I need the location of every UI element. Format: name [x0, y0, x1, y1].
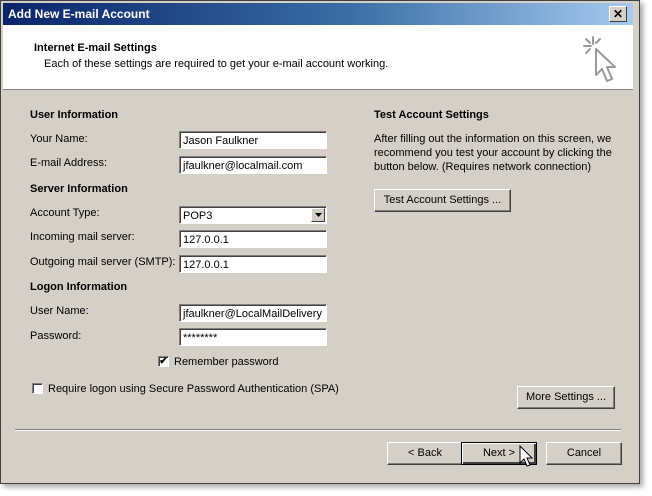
your-name-field[interactable]: Jason Faulkner	[179, 131, 327, 149]
add-email-account-dialog: Add New E-mail Account ✕ Internet E-mail…	[0, 0, 640, 484]
user-name-label: User Name:	[30, 305, 89, 317]
server-information-heading: Server Information	[30, 183, 128, 195]
spa-checkbox[interactable]	[32, 383, 43, 394]
password-label: Password:	[30, 330, 82, 342]
user-name-field[interactable]: jfaulkner@LocalMailDelivery	[179, 304, 327, 322]
page-subtitle: Each of these settings are required to g…	[44, 58, 389, 70]
your-name-label: Your Name:	[30, 133, 88, 145]
window-title: Add New E-mail Account	[8, 7, 150, 21]
outgoing-server-label: Outgoing mail server (SMTP):	[30, 256, 176, 268]
test-account-description: After filling out the information on thi…	[374, 133, 612, 173]
test-account-settings-button[interactable]: Test Account Settings ...	[374, 189, 511, 212]
incoming-server-field[interactable]: 127.0.0.1	[179, 230, 327, 248]
incoming-server-label: Incoming mail server:	[30, 231, 135, 243]
close-button[interactable]: ✕	[609, 6, 627, 22]
mouse-pointer-icon	[519, 445, 534, 467]
cancel-button[interactable]: Cancel	[546, 442, 622, 465]
account-type-label: Account Type:	[30, 207, 100, 219]
spa-label: Require logon using Secure Password Auth…	[48, 383, 339, 395]
footer-divider	[15, 429, 621, 431]
user-information-heading: User Information	[30, 109, 119, 121]
back-button[interactable]: < Back	[387, 442, 463, 465]
page-title: Internet E-mail Settings	[34, 42, 157, 54]
email-address-label: E-mail Address:	[30, 157, 108, 169]
account-type-select[interactable]: POP3	[179, 206, 327, 224]
account-type-value: POP3	[183, 210, 213, 222]
cursor-sparkle-icon	[583, 36, 616, 82]
remember-password-checkbox[interactable]: ✔	[158, 356, 169, 367]
title-bar[interactable]: Add New E-mail Account ✕	[3, 3, 633, 25]
test-account-heading: Test Account Settings	[374, 109, 489, 121]
wizard-header: Internet E-mail Settings Each of these s…	[3, 25, 633, 90]
remember-password-label: Remember password	[174, 356, 279, 368]
chevron-down-icon[interactable]	[311, 208, 325, 222]
more-settings-button[interactable]: More Settings ...	[517, 386, 615, 409]
email-address-field[interactable]: jfaulkner@localmail.com	[179, 156, 327, 174]
outgoing-server-field[interactable]: 127.0.0.1	[179, 255, 327, 273]
logon-information-heading: Logon Information	[30, 281, 128, 293]
password-field[interactable]: ********	[179, 328, 327, 346]
